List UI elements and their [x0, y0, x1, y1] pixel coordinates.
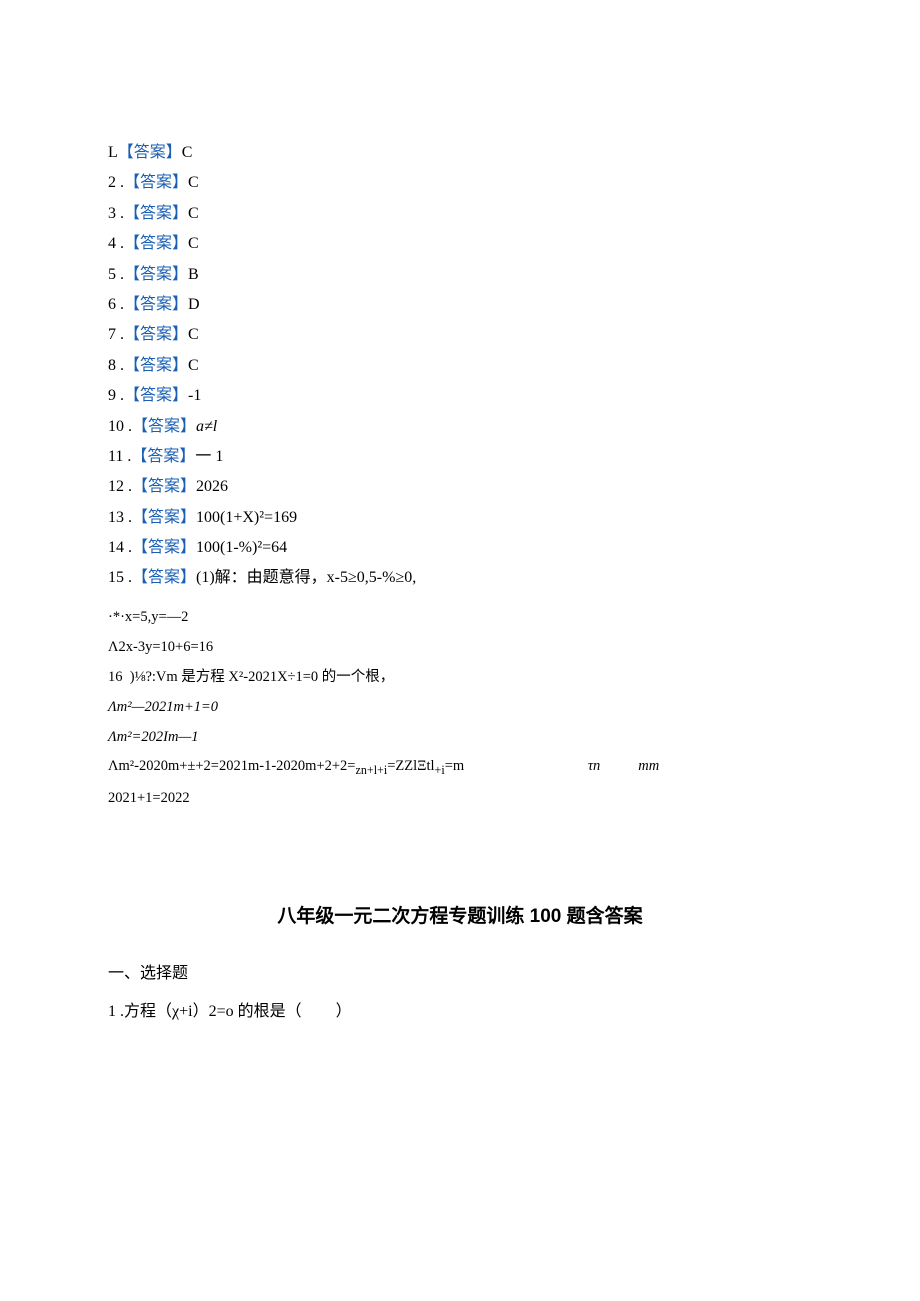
- answer-num: 2: [108, 174, 116, 191]
- answer-list: L【答案】C 2 .【答案】C 3 .【答案】C 4 .【答案】C 5 .【答案…: [108, 140, 812, 592]
- answer-num: 7: [108, 326, 116, 343]
- answer-num: 11: [108, 448, 123, 465]
- answer-num: 6: [108, 296, 116, 313]
- answer-num: 10: [108, 418, 124, 435]
- answer-row: 8 .【答案】C: [108, 353, 812, 379]
- answer-label: 【答案】: [124, 387, 188, 404]
- question-1: 1 .方程（χ+i）2=o 的根是（ ）: [108, 999, 812, 1025]
- answer-label: 【答案】: [124, 266, 188, 283]
- sep: .: [116, 235, 124, 252]
- sep: .: [116, 174, 124, 191]
- work-line-6: Λm²-2020m+±+2=2021m-1-2020m+2+2=zn+l+i=Z…: [108, 755, 812, 781]
- answer-row-15: 15 .【答案】(1)解：由题意得，x-5≥0,5-%≥0,: [108, 565, 812, 591]
- answer-row: L【答案】C: [108, 140, 812, 166]
- answer-row: 7 .【答案】C: [108, 322, 812, 348]
- sep: .: [116, 357, 124, 374]
- work-line-6-sub: zn+l+i: [355, 763, 387, 777]
- answer-label: 【答案】: [124, 357, 188, 374]
- work-line-6-a: Λm²-2020m+±+2=2021m-1-2020m+2+2=: [108, 758, 355, 774]
- question-1-close: ）: [336, 1003, 352, 1020]
- answer-value: 100(1-%)²=64: [196, 539, 287, 556]
- question-1-num: 1: [108, 1003, 116, 1020]
- answer-row: 13 .【答案】100(1+X)²=169: [108, 505, 812, 531]
- answer-value: D: [188, 296, 200, 313]
- work-line-3-body: )⅛?:Vm 是方程 X²-2021X÷1=0 的一个根，: [130, 669, 395, 685]
- sep: .: [116, 296, 124, 313]
- answer-num: 5: [108, 266, 116, 283]
- work-line-3-num: 16: [108, 669, 123, 685]
- answer-num: 14: [108, 539, 124, 556]
- sep: .: [124, 539, 132, 556]
- work-line-4: Λm²—2021m+1=0: [108, 696, 812, 720]
- answer-label: 【答案】: [124, 326, 188, 343]
- sep: .: [116, 205, 124, 222]
- answer-num: 9: [108, 387, 116, 404]
- section-title: 八年级一元二次方程专题训练 100 题含答案: [108, 901, 812, 932]
- answer-row: 3 .【答案】C: [108, 201, 812, 227]
- answer-row: 11 .【答案】一 1: [108, 444, 812, 470]
- answer-value: (1)解：由题意得，x-5≥0,5-%≥0,: [196, 569, 416, 586]
- answer-row: 5 .【答案】B: [108, 262, 812, 288]
- answer-num: 13: [108, 509, 124, 526]
- answer-value: 100(1+X)²=169: [196, 509, 297, 526]
- answer-row: 6 .【答案】D: [108, 292, 812, 318]
- answer-row: 9 .【答案】-1: [108, 383, 812, 409]
- answer-num: 8: [108, 357, 116, 374]
- answer-row: 4 .【答案】C: [108, 231, 812, 257]
- work-line-1: ·*·x=5,y=—2: [108, 606, 812, 630]
- sep: .: [124, 418, 132, 435]
- answer-value: C: [188, 174, 199, 191]
- answer-label: 【答案】: [132, 418, 196, 435]
- question-1-body: .方程（χ+i）2=o 的根是（: [120, 1003, 302, 1020]
- answer-num: 4: [108, 235, 116, 252]
- answer-value: 一 1: [195, 448, 223, 465]
- sep: .: [116, 266, 124, 283]
- work-line-6-end: =m: [445, 758, 464, 774]
- sep: .: [124, 509, 132, 526]
- answer-label: 【答案】: [124, 235, 188, 252]
- answer-label: 【答案】: [132, 509, 196, 526]
- work-line-6-tn: τn: [588, 758, 600, 774]
- answer-value: C: [188, 326, 199, 343]
- work-line-2: Λ2x-3y=10+6=16: [108, 636, 812, 660]
- answer-label: 【答案】: [132, 478, 196, 495]
- work-line-3: 16 )⅛?:Vm 是方程 X²-2021X÷1=0 的一个根，: [108, 666, 812, 690]
- subsection-label: 一、选择题: [108, 961, 812, 987]
- answer-value: C: [188, 357, 199, 374]
- answer-row: 2 .【答案】C: [108, 170, 812, 196]
- answer-value: B: [188, 266, 199, 283]
- answer-value: C: [188, 205, 199, 222]
- answer-label: 【答案】: [124, 296, 188, 313]
- work-line-7: 2021+1=2022: [108, 787, 812, 811]
- work-line-6-mm: mm: [638, 758, 659, 774]
- answer-num: 3: [108, 205, 116, 222]
- answer-label: 【答案】: [124, 205, 188, 222]
- sep: .: [124, 569, 132, 586]
- answer-value: -1: [188, 387, 201, 404]
- answer-label: 【答案】: [132, 569, 196, 586]
- answer-value: C: [182, 144, 193, 161]
- answer-num: 12: [108, 478, 124, 495]
- sep: .: [124, 478, 132, 495]
- answer-label: 【答案】: [131, 448, 195, 465]
- answer-num: L: [108, 144, 118, 161]
- answer-row: 12 .【答案】2026: [108, 474, 812, 500]
- answer-label: 【答案】: [124, 174, 188, 191]
- answer-value: 2026: [196, 478, 228, 495]
- sep: .: [116, 387, 124, 404]
- sep: .: [116, 326, 124, 343]
- answer-row: 10 .【答案】a≠l: [108, 414, 812, 440]
- answer-row: 14 .【答案】100(1-%)²=64: [108, 535, 812, 561]
- answer-label: 【答案】: [118, 144, 182, 161]
- answer-value: a≠l: [196, 418, 217, 435]
- answer-value: C: [188, 235, 199, 252]
- answer-label: 【答案】: [132, 539, 196, 556]
- work-line-6-mid: =ZZlΞtl: [387, 758, 434, 774]
- work-line-5: Λm²=202Im—1: [108, 726, 812, 750]
- answer-num: 15: [108, 569, 124, 586]
- work-line-6-sub2: +i: [435, 763, 445, 777]
